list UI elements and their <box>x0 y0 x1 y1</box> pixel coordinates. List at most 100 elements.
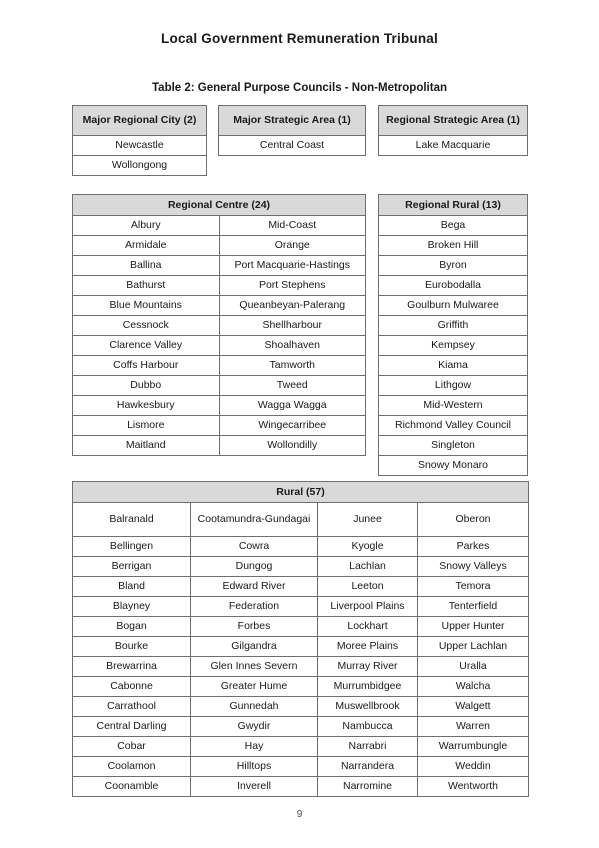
council-name-cell: Coffs Harbour <box>72 355 220 376</box>
council-name-cell: Coonamble <box>72 776 191 797</box>
table-major-regional-city: Major Regional City (2) Newcastle Wollon… <box>72 105 207 176</box>
table-row: Bourke Gilgandra Moree Plains Upper Lachlan <box>72 636 529 657</box>
council-name-cell: Lithgow <box>378 375 528 396</box>
council-name-cell: Tenterfield <box>417 596 529 617</box>
page-number: 9 <box>296 809 303 820</box>
table-row: Coolamon Hilltops Narrandera Weddin <box>72 756 529 777</box>
table-header-row: Major Regional City (2) <box>72 105 207 136</box>
council-name-cell: Broken Hill <box>378 235 528 256</box>
council-name-cell: Dungog <box>190 556 318 577</box>
council-name-cell: Balranald <box>72 502 191 537</box>
council-name-cell: Inverell <box>190 776 318 797</box>
council-name-cell: Blayney <box>72 596 191 617</box>
table-row: Bega <box>378 215 528 236</box>
council-name-cell: Central Coast <box>218 135 366 156</box>
council-name-cell: Hay <box>190 736 318 757</box>
table-row: Lake Macquarie <box>378 135 528 156</box>
council-name-cell: Glen Innes Severn <box>190 656 318 677</box>
council-name-cell: Wingecarribee <box>218 415 366 436</box>
council-name-cell: Upper Hunter <box>417 616 529 637</box>
council-name-cell: Cabonne <box>72 676 191 697</box>
council-name-cell: Hawkesbury <box>72 395 220 416</box>
table-header-row: Regional Strategic Area (1) <box>378 105 528 136</box>
council-name-cell: Temora <box>417 576 529 597</box>
council-name-cell: Coolamon <box>72 756 191 777</box>
council-name-cell: Central Darling <box>72 716 191 737</box>
council-name-cell: Mid-Coast <box>218 215 366 236</box>
table-header-cell: Regional Centre (24) <box>72 194 366 216</box>
council-name-cell: Cootamundra-Gundagai <box>190 502 318 537</box>
table-row: Byron <box>378 255 528 276</box>
council-name-cell: Greater Hume <box>190 676 318 697</box>
council-name-cell: Uralla <box>417 656 529 677</box>
council-name-cell: Lismore <box>72 415 220 436</box>
document-page: Local Government Remuneration Tribunal T… <box>0 0 599 848</box>
table-row: Coffs Harbour Tamworth <box>72 355 366 376</box>
table-header-row: Major Strategic Area (1) <box>218 105 366 136</box>
council-name-cell: Warren <box>417 716 529 737</box>
table-row: Singleton <box>378 435 528 456</box>
table-row: Maitland Wollondilly <box>72 435 366 456</box>
council-name-cell: Wagga Wagga <box>218 395 366 416</box>
council-name-cell: Leeton <box>317 576 418 597</box>
table-row: Newcastle <box>72 135 207 156</box>
table-header-cell: Major Regional City (2) <box>72 105 207 136</box>
council-name-cell: Walcha <box>417 676 529 697</box>
council-name-cell: Lachlan <box>317 556 418 577</box>
council-name-cell: Orange <box>218 235 366 256</box>
council-name-cell: Snowy Valleys <box>417 556 529 577</box>
council-name-cell: Lockhart <box>317 616 418 637</box>
council-name-cell: Kiama <box>378 355 528 376</box>
council-name-cell: Narrabri <box>317 736 418 757</box>
table-regional-centre: Regional Centre (24) Albury Mid-Coast Armi… <box>72 194 366 456</box>
council-name-cell: Gunnedah <box>190 696 318 717</box>
council-name-cell: Berrigan <box>72 556 191 577</box>
council-name-cell: Muswellbrook <box>317 696 418 717</box>
council-name-cell: Hilltops <box>190 756 318 777</box>
table-header-row: Regional Centre (24) <box>72 194 366 216</box>
council-name-cell: Bathurst <box>72 275 220 296</box>
council-name-cell: Walgett <box>417 696 529 717</box>
table-row: Cessnock Shellharbour <box>72 315 366 336</box>
table-row: Kiama <box>378 355 528 376</box>
table-body: Bega Broken Hill Byron Eurobodalla Goulburn … <box>378 215 528 476</box>
table-regional-rural: Regional Rural (13) Bega Broken Hill Byron… <box>378 194 528 476</box>
council-name-cell: Weddin <box>417 756 529 777</box>
council-name-cell: Moree Plains <box>317 636 418 657</box>
council-name-cell: Warrumbungle <box>417 736 529 757</box>
council-name-cell: Brewarrina <box>72 656 191 677</box>
council-name-cell: Bourke <box>72 636 191 657</box>
council-name-cell: Cowra <box>190 536 318 557</box>
council-name-cell: Cessnock <box>72 315 220 336</box>
table-row: Bathurst Port Stephens <box>72 275 366 296</box>
council-name-cell: Griffith <box>378 315 528 336</box>
table-row: Blayney Federation Liverpool Plains Tenterf… <box>72 596 529 617</box>
council-name-cell: Upper Lachlan <box>417 636 529 657</box>
table-row: Broken Hill <box>378 235 528 256</box>
council-name-cell: Kempsey <box>378 335 528 356</box>
council-name-cell: Snowy Monaro <box>378 455 528 476</box>
table-row: Lithgow <box>378 375 528 396</box>
council-name-cell: Cobar <box>72 736 191 757</box>
council-name-cell: Bogan <box>72 616 191 637</box>
council-name-cell: Newcastle <box>72 135 207 156</box>
table-body: Balranald Cootamundra-Gundagai Junee Oberon… <box>72 502 529 797</box>
table-row: Ballina Port Macquarie-Hastings <box>72 255 366 276</box>
council-name-cell: Blue Mountains <box>72 295 220 316</box>
table-header-row: Regional Rural (13) <box>378 194 528 216</box>
council-name-cell: Bellingen <box>72 536 191 557</box>
table-rural: Rural (57) Balranald Cootamundra-Gundagai… <box>72 481 529 797</box>
table-header-cell: Regional Rural (13) <box>378 194 528 216</box>
table-row: Armidale Orange <box>72 235 366 256</box>
table-row: Hawkesbury Wagga Wagga <box>72 395 366 416</box>
table-row: Richmond Valley Council <box>378 415 528 436</box>
council-name-cell: Murrumbidgee <box>317 676 418 697</box>
table-header-row: Rural (57) <box>72 481 529 503</box>
council-name-cell: Federation <box>190 596 318 617</box>
council-name-cell: Murray River <box>317 656 418 677</box>
council-name-cell: Ballina <box>72 255 220 276</box>
table-row: Blue Mountains Queanbeyan-Palerang <box>72 295 366 316</box>
council-name-cell: Eurobodalla <box>378 275 528 296</box>
table-row: Balranald Cootamundra-Gundagai Junee Oberon <box>72 502 529 537</box>
table-row: Snowy Monaro <box>378 455 528 476</box>
